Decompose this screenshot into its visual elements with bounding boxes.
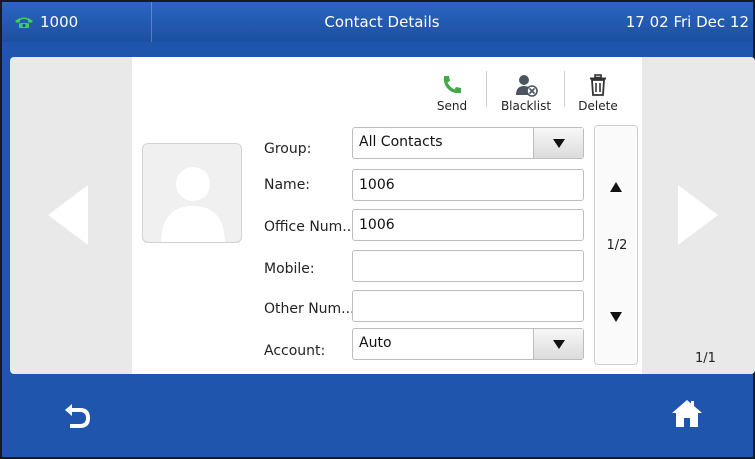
group-value: All Contacts xyxy=(359,134,443,150)
home-button[interactable] xyxy=(670,398,704,428)
trash-icon xyxy=(586,73,610,97)
delete-button[interactable]: Delete xyxy=(568,67,628,113)
blacklist-label: Blacklist xyxy=(500,99,552,113)
page-title: Contact Details xyxy=(324,13,440,31)
back-button[interactable] xyxy=(62,401,94,429)
field-page-indicator: 1/2 xyxy=(606,238,628,253)
send-label: Send xyxy=(436,99,468,113)
previous-contact-arrow-icon[interactable] xyxy=(48,185,88,245)
send-button[interactable]: Send xyxy=(422,67,482,113)
toolbar-divider xyxy=(564,71,565,107)
phone-icon xyxy=(14,15,34,29)
scroll-up-icon[interactable] xyxy=(610,182,622,192)
account-value: Auto xyxy=(359,335,392,351)
delete-label: Delete xyxy=(578,99,618,113)
group-label: Group: xyxy=(264,141,312,157)
next-contact-arrow-icon[interactable] xyxy=(678,185,718,245)
content-panel: 1/1 Send Blacklist Delete Group: All Con… xyxy=(10,57,755,374)
account-select[interactable]: Auto xyxy=(352,328,584,360)
field-page-scroller: 1/2 xyxy=(594,125,638,365)
name-field[interactable]: 1006 xyxy=(352,169,584,201)
handset-icon xyxy=(440,73,464,97)
office-number-field[interactable]: 1006 xyxy=(352,209,584,241)
account-dropdown-button[interactable] xyxy=(533,329,583,359)
date-time: 17 02 Fri Dec 12 xyxy=(625,13,749,31)
account-label: Account: xyxy=(264,343,326,359)
avatar[interactable] xyxy=(142,143,242,243)
blocked-user-icon xyxy=(514,73,538,97)
back-arrow-icon xyxy=(65,404,90,428)
group-dropdown-button[interactable] xyxy=(533,128,583,158)
blacklist-button[interactable]: Blacklist xyxy=(496,67,556,113)
group-select[interactable]: All Contacts xyxy=(352,127,584,159)
title-bar: 1000 Contact Details 17 02 Fri Dec 12 xyxy=(2,2,753,42)
office-number-label: Office Num... xyxy=(264,219,356,235)
toolbar-divider xyxy=(486,71,487,107)
chevron-down-icon xyxy=(552,339,565,349)
chevron-down-icon xyxy=(552,138,565,148)
other-number-field[interactable] xyxy=(352,290,584,322)
home-icon xyxy=(672,400,702,427)
mobile-field[interactable] xyxy=(352,250,584,282)
mobile-label: Mobile: xyxy=(264,261,315,277)
contact-page-count: 1/1 xyxy=(695,351,716,366)
line-selector[interactable]: 1000 xyxy=(2,2,152,42)
name-label: Name: xyxy=(264,177,311,193)
scroll-down-icon[interactable] xyxy=(610,312,622,322)
line-number: 1000 xyxy=(40,13,79,31)
other-number-label: Other Num... xyxy=(264,301,355,317)
